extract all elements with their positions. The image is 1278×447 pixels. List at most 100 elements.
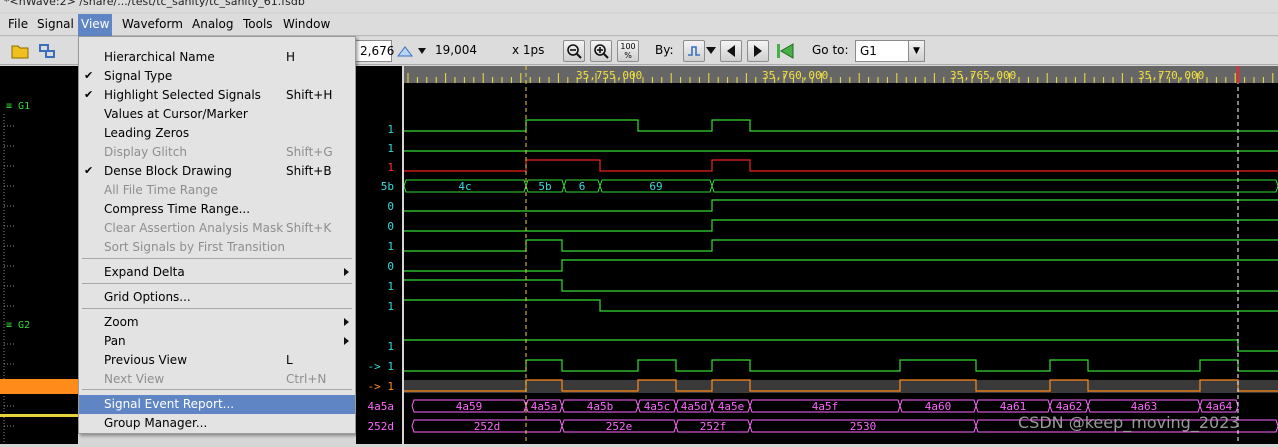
menu-item-shortcut: Shift+G (286, 145, 333, 159)
waveform-pane[interactable]: 35,755,000 35,760,000 35,765,000 35,770,000… (403, 66, 1278, 444)
waveform-canvas[interactable]: 35,755,000 35,760,000 35,765,000 35,770,000… (403, 66, 1278, 444)
signal-value-6[interactable]: 1 (387, 240, 394, 253)
signal-value-11[interactable]: -> 1 (368, 360, 395, 373)
wave-row-8 (404, 279, 1278, 292)
zoom-fit-button[interactable]: 100 % (617, 40, 639, 62)
view-menu-item-clear-assertion-analysis-mask: Clear Assertion Analysis Mask Shift+K (79, 219, 355, 238)
signal-value-8[interactable]: 1 (387, 280, 394, 293)
view-menu-item-highlight-selected-signals[interactable]: ✔ Highlight Selected Signals Shift+H (79, 86, 355, 105)
by-label: By: (655, 43, 674, 57)
view-menu-item-compress-time-range[interactable]: Compress Time Range... (79, 200, 355, 219)
zoom-in-button[interactable] (590, 40, 612, 62)
wave-row-13-label: 4a5c (644, 400, 671, 413)
search-by-signal-icon (688, 46, 700, 56)
menu-tools[interactable]: Tools (241, 17, 275, 31)
view-menu-item-all-file-time-range: All File Time Range (79, 181, 355, 200)
menu-separator (82, 283, 352, 284)
signal-value-4[interactable]: 0 (387, 200, 394, 213)
menu-file[interactable]: File (6, 17, 30, 31)
reload-icon[interactable] (37, 41, 57, 61)
menu-view[interactable]: View (78, 14, 113, 36)
menu-item-label: Hierarchical Name (104, 50, 215, 64)
menu-item-shortcut: Shift+K (286, 221, 332, 235)
menu-item-label: Zoom (104, 315, 139, 329)
view-menu-item-grid-options[interactable]: Grid Options... (79, 288, 355, 307)
signal-tree-pane[interactable]: ≡ G1 ≡ G2 (0, 66, 78, 444)
checkmark-icon: ✔ (84, 69, 94, 82)
window-title-bar: *<nWave:2> /share/.../test/tc_sanity/tc_… (0, 0, 1278, 12)
menu-item-shortcut: H (286, 50, 296, 64)
signal-value-1[interactable]: 1 (387, 142, 394, 155)
wave-row-10 (404, 339, 1278, 352)
timeline-label-0: 35,755,000 (576, 69, 642, 82)
menu-item-shortcut: Shift+B (286, 164, 332, 178)
group-label-g1[interactable]: ≡ G1 (6, 101, 30, 112)
view-menu-item-pan[interactable]: Pan (79, 332, 355, 351)
signal-value-10[interactable]: 1 (387, 340, 394, 353)
view-menu-item-hierarchical-name[interactable]: Hierarchical Name H (79, 48, 355, 67)
wave-row-0 (404, 119, 1278, 132)
goto-select[interactable]: G1 ▼ (855, 40, 925, 62)
signal-value-0[interactable]: 1 (387, 123, 394, 136)
selected-signal-row[interactable] (0, 379, 78, 394)
goto-marker-icon[interactable] (775, 41, 795, 61)
view-menu-item-group-manager[interactable]: Group Manager... (79, 414, 355, 433)
search-backward-button[interactable] (720, 40, 742, 62)
view-menu-item-zoom[interactable]: Zoom (79, 313, 355, 332)
marker-time: 19,004 (435, 43, 477, 57)
menu-item-label: Grid Options... (104, 290, 191, 304)
signal-value-2[interactable]: 1 (387, 161, 394, 174)
signal-value-14[interactable]: 252d (368, 420, 395, 433)
menu-waveform[interactable]: Waveform (120, 17, 185, 31)
signal-value-5[interactable]: 0 (387, 220, 394, 233)
menu-item-label: Values at Cursor/Marker (104, 107, 248, 121)
chevron-down-icon[interactable] (706, 47, 716, 55)
menu-analog[interactable]: Analog (190, 17, 235, 31)
time-unit: x 1ps (512, 43, 545, 57)
wave-row-13-label: 4a63 (1131, 400, 1158, 413)
view-menu-item-dense-block-drawing[interactable]: ✔ Dense Block Drawing Shift+B (79, 162, 355, 181)
search-forward-button[interactable] (747, 40, 769, 62)
group-label-g2[interactable]: ≡ G2 (6, 320, 30, 331)
view-menu-item-signal-event-report[interactable]: Signal Event Report... (79, 395, 355, 414)
view-menu-item-next-view: Next View Ctrl+N (79, 370, 355, 389)
view-menu-item-expand-delta[interactable]: Expand Delta (79, 263, 355, 282)
menu-item-label: Sort Signals by First Transition (104, 240, 285, 254)
wave-row-3-label: 5b (538, 180, 551, 193)
signal-highlight-bar (0, 414, 78, 417)
view-menu-item-values-at-cursor-marker[interactable]: Values at Cursor/Marker (79, 105, 355, 124)
menu-window[interactable]: Window (281, 17, 332, 31)
wave-row-4 (404, 199, 1278, 212)
view-menu-item-display-glitch: Display Glitch Shift+G (79, 143, 355, 162)
wave-row-13-label: 4a5a (531, 400, 558, 413)
signal-value-9[interactable]: 1 (387, 300, 394, 313)
cursor-time-field[interactable]: 2,676 (356, 40, 394, 62)
menu-item-label: Expand Delta (104, 265, 185, 279)
chevron-down-icon: ▼ (908, 41, 924, 61)
wave-row-13-label: 4a59 (456, 400, 483, 413)
menu-separator (82, 258, 352, 259)
arrow-right-icon (754, 45, 762, 57)
search-by-button[interactable] (683, 40, 705, 62)
wave-row-3-seg (711, 179, 1278, 193)
wave-row-13-label: 4a62 (1056, 400, 1083, 413)
menu-item-label: All File Time Range (104, 183, 218, 197)
view-menu-item-signal-type[interactable]: ✔ Signal Type (79, 67, 355, 86)
wave-row-13-label: 4a5b (587, 400, 614, 413)
wave-row-6 (404, 239, 1278, 252)
signal-value-12[interactable]: -> 1 (368, 380, 395, 393)
wave-row-7 (404, 259, 1278, 272)
signal-value-7[interactable]: 0 (387, 260, 394, 273)
marker-triangle-icon[interactable] (396, 42, 428, 60)
menu-signal[interactable]: Signal (35, 17, 76, 31)
signal-value-pane[interactable]: 1 1 1 5b 0 0 1 0 1 1 1 -> 1 -> 1 4a5a 252d (356, 66, 402, 444)
signal-value-3[interactable]: 5b (381, 180, 394, 193)
view-menu-item-leading-zeros[interactable]: Leading Zeros (79, 124, 355, 143)
wave-row-11 (404, 359, 1278, 372)
view-menu-item-previous-view[interactable]: Previous View L (79, 351, 355, 370)
menu-bar: File Signal View Waveform Analog Tools W… (0, 14, 1278, 36)
open-folder-icon[interactable] (10, 41, 30, 61)
menu-item-label: Display Glitch (104, 145, 187, 159)
signal-value-13[interactable]: 4a5a (368, 400, 395, 413)
zoom-out-button[interactable] (563, 40, 585, 62)
